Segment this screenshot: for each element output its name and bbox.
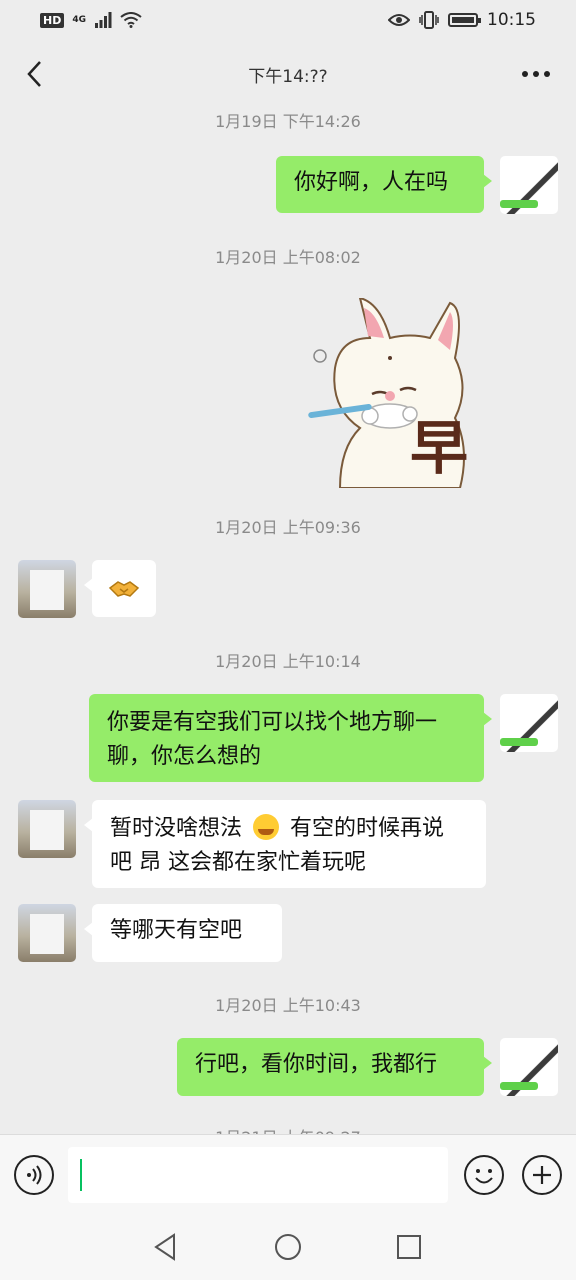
rabbit-brushing-teeth-sticker[interactable]: 早 (300, 298, 490, 488)
contact-avatar[interactable] (18, 800, 76, 858)
chevron-left-icon (27, 61, 41, 87)
recents-square-icon (397, 1235, 421, 1259)
incoming-message[interactable]: 暂时没啥想法 有空的时候再说 吧 昂 这会都在家忙着玩呢 (84, 800, 486, 888)
status-right: 10:15 (388, 10, 536, 30)
eye-icon (388, 14, 410, 26)
message-text: 等哪天有空吧 (110, 918, 243, 943)
more-button[interactable] (516, 54, 556, 94)
timestamp: 1月20日 上午10:14 (215, 652, 361, 671)
status-time: 10:15 (487, 10, 536, 30)
battery-icon (448, 13, 481, 27)
system-recents-button[interactable] (392, 1230, 426, 1264)
message-text: 有空的时候再说 (290, 816, 445, 841)
system-navigation-bar (0, 1214, 576, 1280)
vibrate-icon (419, 11, 439, 29)
network-label: 4G (72, 14, 86, 25)
chat-title: 下午14:?? (248, 66, 328, 87)
voice-icon (27, 1165, 42, 1185)
timestamp: 1月20日 上午10:43 (215, 996, 361, 1015)
status-bar: HD 4G 10:15 (0, 0, 576, 40)
incoming-message[interactable] (84, 560, 156, 617)
timestamp: 1月20日 上午08:02 (215, 248, 361, 267)
input-bar (0, 1134, 576, 1214)
system-back-button[interactable] (148, 1230, 182, 1264)
wifi-icon (120, 12, 142, 28)
more-dots-icon (522, 71, 550, 77)
message-text: 暂时没啥想法 (110, 816, 243, 841)
message-line: 吧 昂 这会都在家忙着玩呢 (110, 850, 366, 875)
chat-header: 下午14:?? (0, 40, 576, 108)
timestamp: 1月19日 下午14:26 (215, 112, 361, 131)
status-left: HD 4G (40, 12, 142, 28)
voice-button[interactable] (14, 1155, 54, 1195)
emoji-icon (475, 1169, 493, 1184)
message-input[interactable] (68, 1147, 448, 1203)
hd-badge: HD (40, 12, 65, 28)
chat-messages[interactable]: 1月19日 下午14:26 你好啊，人在吗 1月20日 上午08:02 早 1月… (0, 108, 576, 1134)
more-actions-button[interactable] (522, 1155, 562, 1195)
emoji-button[interactable] (464, 1155, 504, 1195)
my-avatar[interactable] (500, 1038, 558, 1096)
signal-icon (95, 12, 112, 28)
outgoing-message[interactable]: 行吧，看你时间，我都行 (177, 1038, 492, 1096)
message-line: 聊，你怎么想的 (107, 744, 262, 769)
laughing-tears-emoji (253, 814, 280, 840)
system-home-button[interactable] (271, 1230, 305, 1264)
outgoing-message[interactable]: 你好啊，人在吗 (276, 156, 492, 213)
timestamp: 1月21日 上午09:27 (0, 1124, 576, 1134)
back-button[interactable] (14, 54, 54, 94)
my-avatar[interactable] (500, 694, 558, 752)
contact-avatar[interactable] (18, 904, 76, 962)
text-caret (80, 1159, 82, 1191)
message-text: 你好啊，人在吗 (294, 170, 449, 195)
handshake-emoji (108, 581, 140, 597)
contact-avatar[interactable] (18, 560, 76, 618)
message-line: 暂时没啥想法 有空的时候再说 (110, 812, 468, 846)
message-text: 行吧，看你时间，我都行 (195, 1052, 438, 1077)
home-circle-icon (275, 1234, 301, 1260)
my-avatar[interactable] (500, 156, 558, 214)
sticker-text: 早 (410, 414, 468, 482)
back-triangle-icon (154, 1233, 175, 1261)
incoming-message[interactable]: 等哪天有空吧 (84, 904, 282, 962)
timestamp: 1月20日 上午09:36 (215, 518, 361, 537)
message-line: 你要是有空我们可以找个地方聊一 (107, 710, 438, 735)
plus-icon (533, 1166, 551, 1184)
outgoing-message[interactable]: 你要是有空我们可以找个地方聊一 聊，你怎么想的 (89, 694, 492, 782)
